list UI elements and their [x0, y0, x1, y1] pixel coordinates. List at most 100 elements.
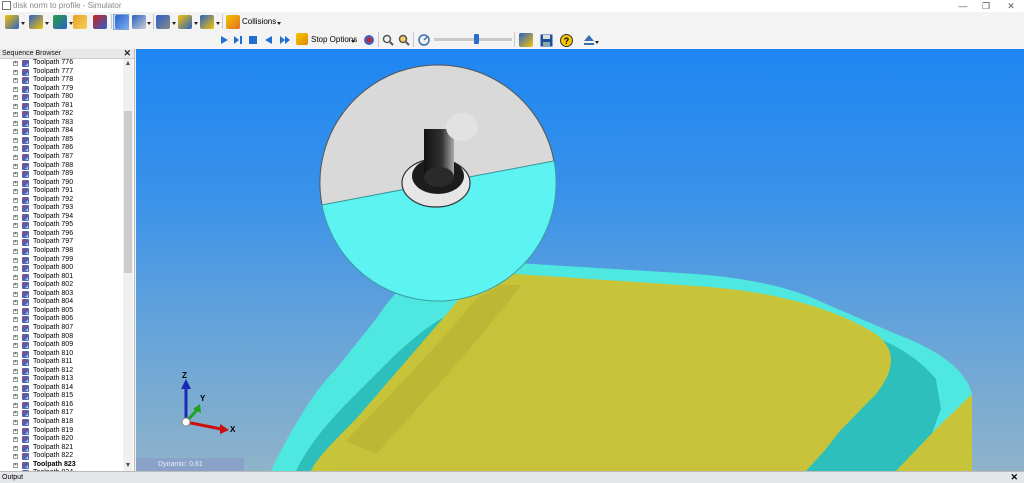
zoom-to-fit-button[interactable] [397, 32, 411, 48]
reset-button[interactable] [92, 14, 108, 30]
toolpath-item[interactable]: + Toolpath 805 [0, 307, 122, 316]
tree-scrollbar[interactable]: ▲ ▼ [123, 59, 133, 471]
toolpath-item[interactable]: + Toolpath 784 [0, 127, 122, 136]
tool-axis-button[interactable] [177, 14, 199, 30]
eject-button[interactable] [578, 32, 600, 48]
toolpath-item[interactable]: + Toolpath 781 [0, 102, 122, 111]
toolpath-item[interactable]: + Toolpath 804 [0, 298, 122, 307]
toolpath-item[interactable]: + Toolpath 800 [0, 264, 122, 273]
toolpath-item[interactable]: + Toolpath 817 [0, 409, 122, 418]
expand-icon[interactable]: + [13, 189, 18, 195]
toolpath-item[interactable]: + Toolpath 785 [0, 136, 122, 145]
expand-icon[interactable]: + [13, 112, 18, 118]
toolpath-item[interactable]: + Toolpath 822 [0, 452, 122, 461]
toolpath-item[interactable]: + Toolpath 802 [0, 281, 122, 290]
record-button[interactable] [362, 32, 376, 48]
scroll-up-arrow[interactable]: ▲ [123, 59, 133, 69]
expand-icon[interactable]: + [13, 231, 18, 237]
view-button[interactable] [113, 14, 129, 30]
simulation-viewport[interactable]: Z Y X Dynamic: 0.61 [136, 49, 1024, 471]
toolpath-item[interactable]: + Toolpath 796 [0, 230, 122, 239]
stock-button[interactable] [72, 14, 88, 30]
expand-icon[interactable]: + [13, 95, 18, 101]
fast-forward-button[interactable] [278, 32, 292, 48]
toolpath-item[interactable]: + Toolpath 806 [0, 315, 122, 324]
settings-button[interactable] [518, 32, 534, 48]
restore-button[interactable]: ❐ [973, 0, 999, 12]
stop-button[interactable] [247, 32, 259, 48]
toolpath-item[interactable]: + Toolpath 810 [0, 350, 122, 359]
toolpath-item[interactable]: + Toolpath 786 [0, 144, 122, 153]
expand-icon[interactable]: + [13, 86, 18, 92]
view-options-button[interactable] [131, 14, 151, 30]
toolpath-item[interactable]: + Toolpath 779 [0, 85, 122, 94]
toolpath-item[interactable]: + Toolpath 780 [0, 93, 122, 102]
expand-icon[interactable]: + [13, 197, 18, 203]
expand-icon[interactable]: + [13, 266, 18, 272]
speed-slider-thumb[interactable] [474, 34, 480, 44]
expand-icon[interactable]: + [13, 249, 18, 255]
expand-icon[interactable]: + [13, 206, 18, 212]
expand-icon[interactable]: + [13, 325, 18, 331]
expand-icon[interactable]: + [13, 454, 18, 460]
step-button[interactable] [232, 32, 244, 48]
toolpath-item[interactable]: + Toolpath 789 [0, 170, 122, 179]
expand-icon[interactable]: + [13, 334, 18, 340]
toolpath-item[interactable]: + Toolpath 820 [0, 435, 122, 444]
expand-icon[interactable]: + [13, 61, 18, 66]
toolpath-item[interactable]: + Toolpath 808 [0, 333, 122, 342]
machine-button[interactable] [155, 14, 177, 30]
toolpath-item[interactable]: + Toolpath 788 [0, 162, 122, 171]
save-button[interactable] [538, 32, 554, 48]
expand-icon[interactable]: + [13, 351, 18, 357]
expand-icon[interactable]: + [13, 411, 18, 417]
toolpath-item[interactable]: + Toolpath 816 [0, 401, 122, 410]
toolpath-item[interactable]: + Toolpath 809 [0, 341, 122, 350]
toolpath-item[interactable]: + Toolpath 795 [0, 221, 122, 230]
toolpath-item[interactable]: + Toolpath 799 [0, 256, 122, 265]
expand-icon[interactable]: + [13, 343, 18, 349]
expand-icon[interactable]: + [13, 394, 18, 400]
expand-icon[interactable]: + [13, 377, 18, 383]
toolpath-item[interactable]: + Toolpath 783 [0, 119, 122, 128]
expand-icon[interactable]: + [13, 368, 18, 374]
expand-icon[interactable]: + [13, 274, 18, 280]
toolpath-item[interactable]: + Toolpath 823 [0, 461, 122, 470]
tool-select-button[interactable] [28, 14, 50, 30]
toolpath-item[interactable]: + Toolpath 818 [0, 418, 122, 427]
toolpath-select-button[interactable] [4, 14, 26, 30]
toolpath-item[interactable]: + Toolpath 778 [0, 76, 122, 85]
expand-icon[interactable]: + [13, 155, 18, 161]
expand-icon[interactable]: + [13, 146, 18, 152]
expand-icon[interactable]: + [13, 445, 18, 451]
toolpath-item[interactable]: + Toolpath 811 [0, 358, 122, 367]
toolpath-item[interactable]: + Toolpath 790 [0, 179, 122, 188]
toolpath-item[interactable]: + Toolpath 807 [0, 324, 122, 333]
expand-icon[interactable]: + [13, 214, 18, 220]
toolpath-item[interactable]: + Toolpath 791 [0, 187, 122, 196]
expand-icon[interactable]: + [13, 257, 18, 263]
toolpath-item[interactable]: + Toolpath 814 [0, 384, 122, 393]
toolpath-item[interactable]: + Toolpath 821 [0, 444, 122, 453]
expand-icon[interactable]: + [13, 308, 18, 314]
expand-icon[interactable]: + [13, 462, 18, 468]
stop-options-button[interactable]: Stop Options [295, 32, 357, 48]
collisions-button[interactable]: Collisions [225, 14, 283, 30]
toolpath-item[interactable]: + Toolpath 813 [0, 375, 122, 384]
expand-icon[interactable]: + [13, 78, 18, 84]
expand-icon[interactable]: + [13, 137, 18, 143]
expand-icon[interactable]: + [13, 129, 18, 135]
expand-icon[interactable]: + [13, 283, 18, 289]
move-button[interactable] [199, 14, 221, 30]
holder-select-button[interactable] [52, 14, 74, 30]
speed-slider[interactable] [434, 34, 512, 44]
close-button[interactable]: ✕ [998, 0, 1024, 12]
toolpath-item[interactable]: + Toolpath 792 [0, 196, 122, 205]
toolpath-item[interactable]: + Toolpath 782 [0, 110, 122, 119]
expand-icon[interactable]: + [13, 240, 18, 246]
expand-icon[interactable]: + [13, 120, 18, 126]
toolpath-item[interactable]: + Toolpath 798 [0, 247, 122, 256]
expand-icon[interactable]: + [13, 69, 18, 75]
toolpath-item[interactable]: + Toolpath 776 [0, 59, 122, 68]
toolpath-item[interactable]: + Toolpath 793 [0, 204, 122, 213]
